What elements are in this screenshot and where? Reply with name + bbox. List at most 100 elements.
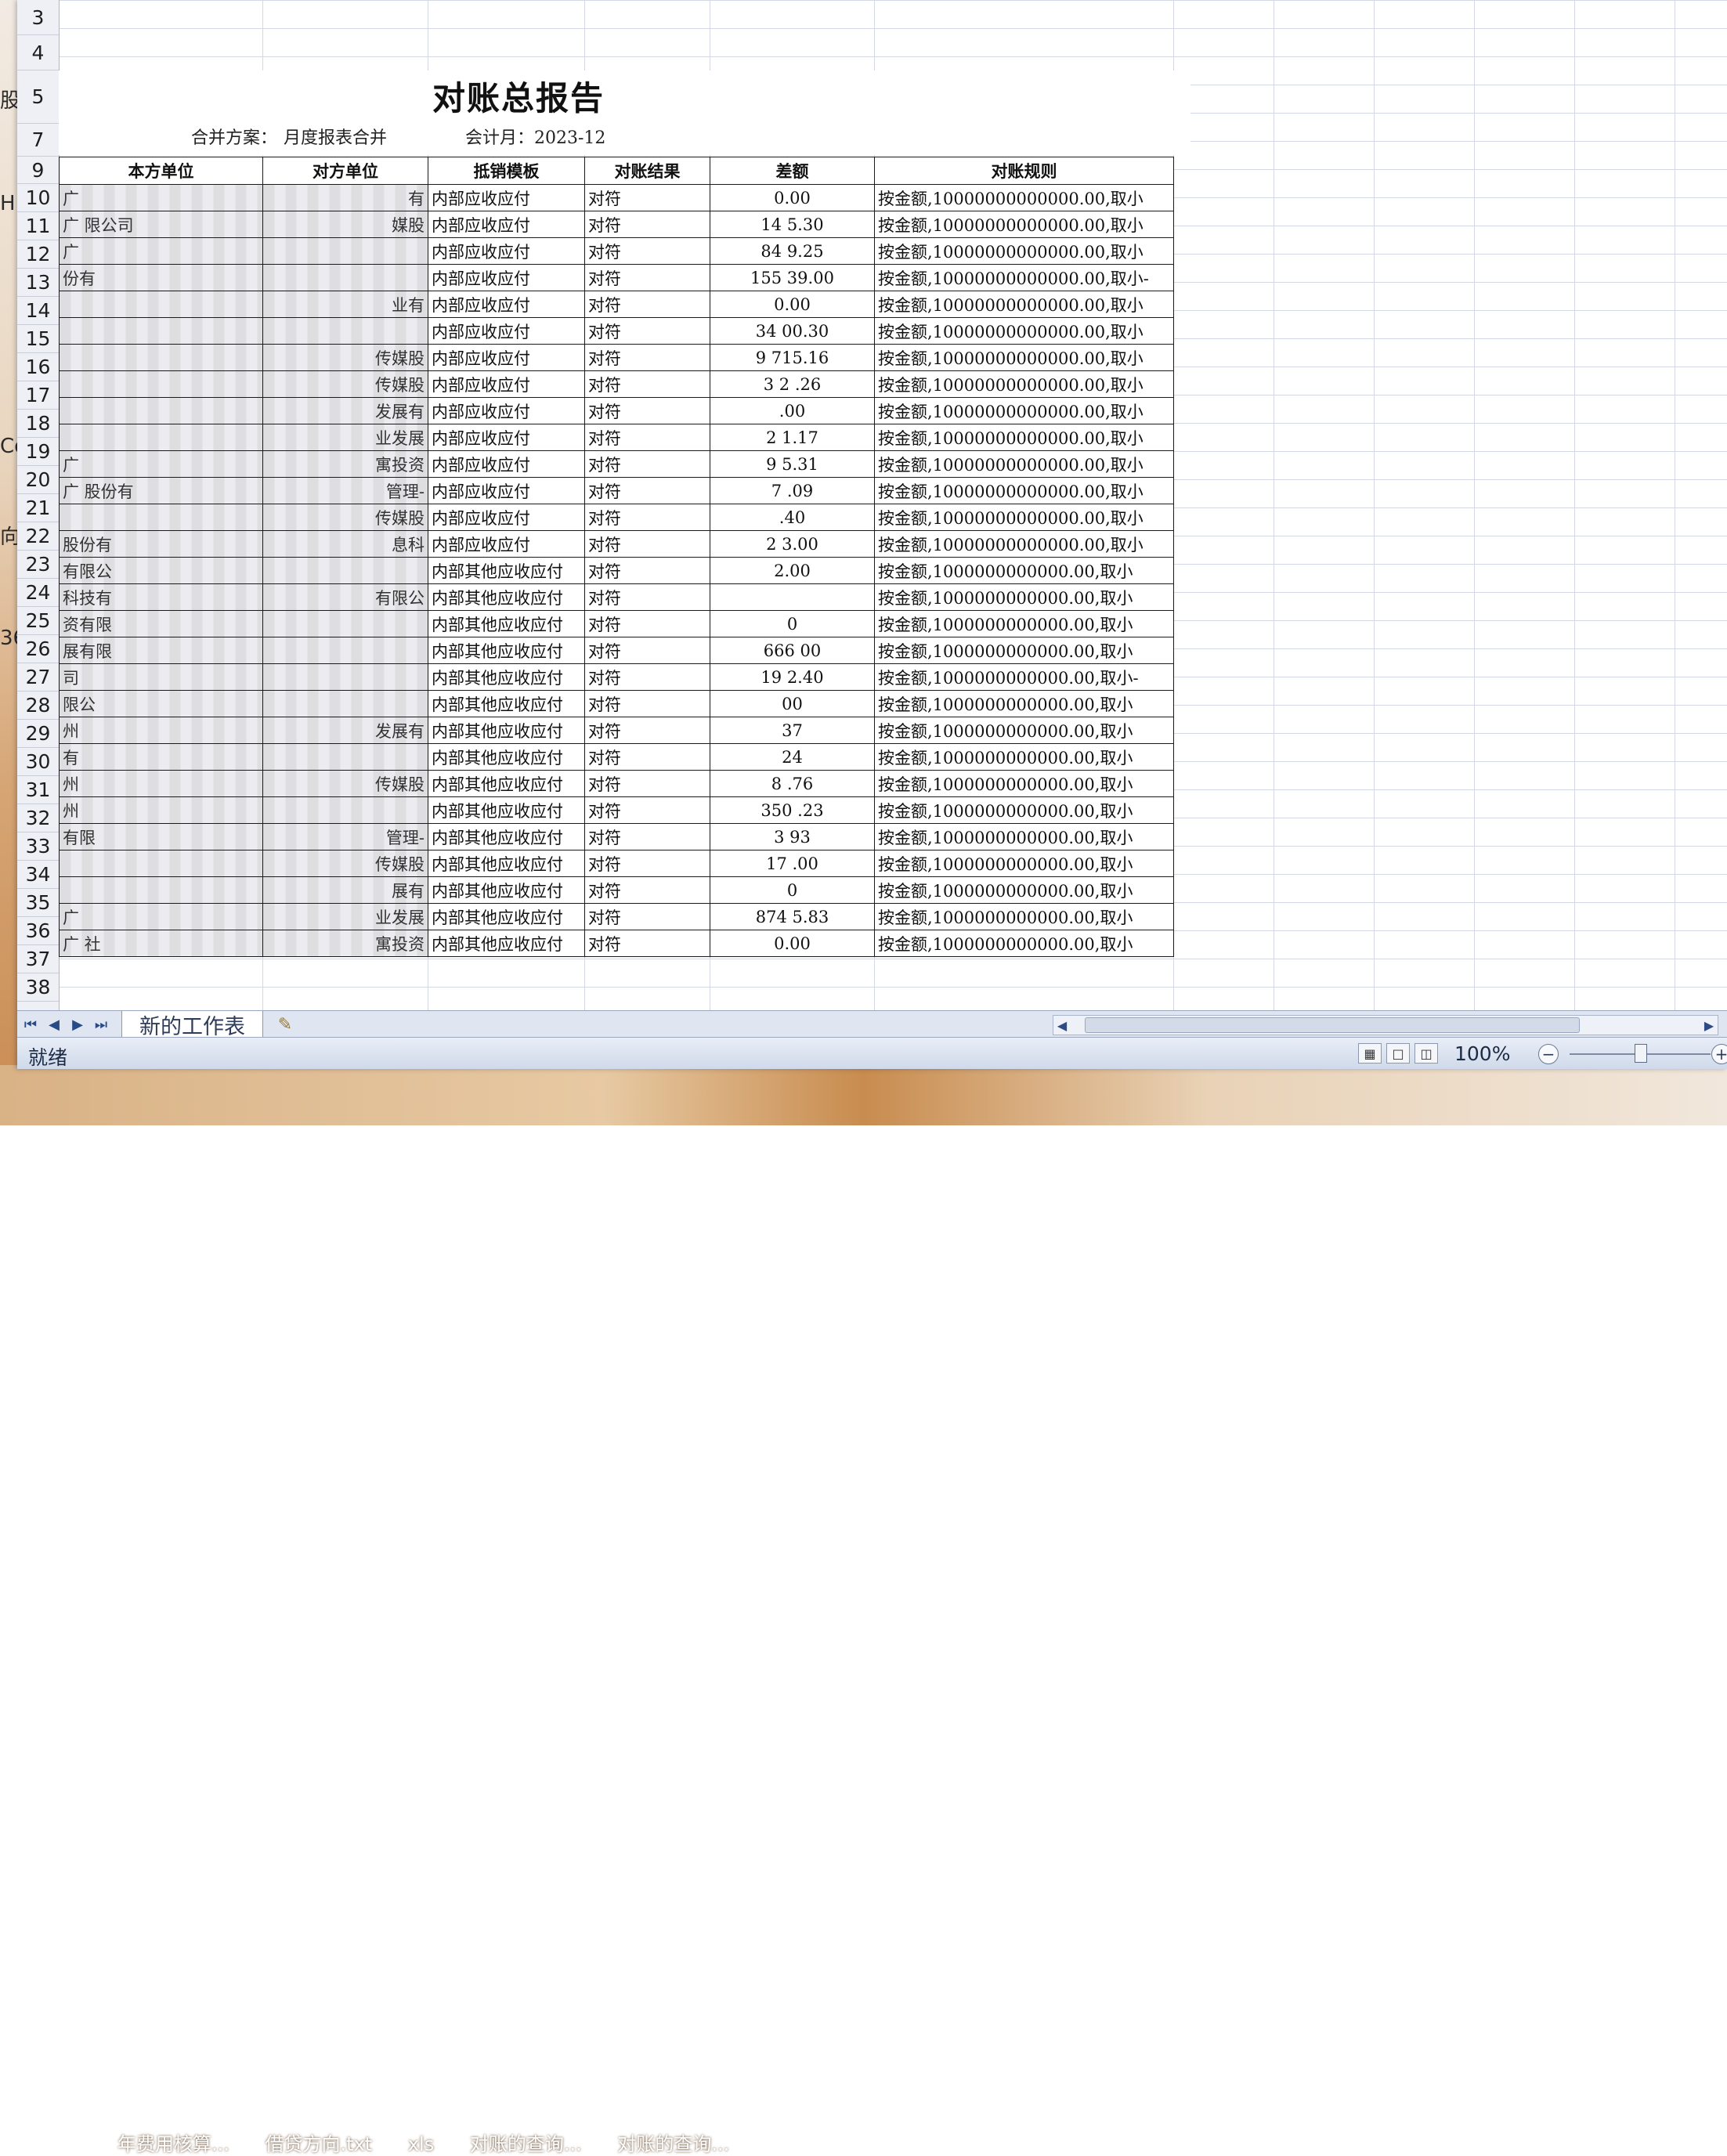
result-cell[interactable]: 对符 [584, 237, 710, 265]
template-cell[interactable]: 内部应收应付 [428, 317, 585, 345]
own-unit-cell[interactable]: 广 社 [59, 930, 263, 957]
result-cell[interactable]: 对符 [584, 903, 710, 930]
result-cell[interactable]: 对符 [584, 477, 710, 504]
row-header[interactable]: 17 [17, 381, 59, 410]
own-unit-cell[interactable]: 有限公 [59, 557, 263, 584]
counterparty-cell[interactable]: 展有 [262, 876, 428, 904]
result-cell[interactable]: 对符 [584, 690, 710, 717]
template-cell[interactable]: 内部应收应付 [428, 424, 585, 451]
difference-cell[interactable]: .40 [710, 504, 875, 531]
rule-cell[interactable]: 按金额,1000000000000.00,取小 [874, 557, 1174, 584]
rule-cell[interactable]: 按金额,1000000000000.00,取小 [874, 823, 1174, 850]
template-cell[interactable]: 内部其他应收应付 [428, 770, 585, 797]
counterparty-cell[interactable]: 传媒股 [262, 370, 428, 398]
result-cell[interactable]: 对符 [584, 610, 710, 637]
row-header[interactable]: 21 [17, 494, 59, 522]
result-cell[interactable]: 对符 [584, 344, 710, 371]
row-header[interactable]: 28 [17, 692, 59, 720]
result-cell[interactable]: 对符 [584, 211, 710, 238]
rule-cell[interactable]: 按金额,10000000000000.00,取小 [874, 477, 1174, 504]
scrollbar-thumb[interactable] [1085, 1017, 1580, 1033]
horizontal-scrollbar[interactable]: ◀ ▶ [1053, 1015, 1718, 1035]
page-break-view-icon[interactable]: ◫ [1414, 1043, 1438, 1064]
row-header[interactable]: 22 [17, 522, 59, 551]
row-header[interactable]: 27 [17, 663, 59, 692]
difference-cell[interactable]: 9 5.31 [710, 450, 875, 478]
own-unit-cell[interactable]: 广 [59, 184, 263, 211]
difference-cell[interactable]: 0 [710, 876, 875, 904]
row-header[interactable]: 24 [17, 579, 59, 607]
difference-cell[interactable]: 2 1.17 [710, 424, 875, 451]
col-header-template[interactable]: 抵销模板 [428, 157, 585, 185]
result-cell[interactable]: 对符 [584, 450, 710, 478]
desktop-file-label[interactable]: xls [408, 2133, 434, 2155]
counterparty-cell[interactable]: 管理- [262, 477, 428, 504]
result-cell[interactable]: 对符 [584, 823, 710, 850]
result-cell[interactable]: 对符 [584, 530, 710, 558]
counterparty-cell[interactable]: 业有 [262, 291, 428, 318]
template-cell[interactable]: 内部其他应收应付 [428, 930, 585, 957]
own-unit-cell[interactable] [59, 317, 263, 345]
result-cell[interactable]: 对符 [584, 557, 710, 584]
template-cell[interactable]: 内部应收应付 [428, 211, 585, 238]
template-cell[interactable]: 内部其他应收应付 [428, 610, 585, 637]
result-cell[interactable]: 对符 [584, 424, 710, 451]
row-header[interactable]: 4 [17, 35, 59, 70]
row-header[interactable]: 25 [17, 607, 59, 635]
result-cell[interactable]: 对符 [584, 317, 710, 345]
row-header[interactable]: 30 [17, 748, 59, 776]
row-header[interactable]: 35 [17, 889, 59, 917]
scroll-right-icon[interactable]: ▶ [1700, 1016, 1718, 1035]
counterparty-cell[interactable]: 传媒股 [262, 770, 428, 797]
template-cell[interactable]: 内部应收应付 [428, 264, 585, 291]
rule-cell[interactable]: 按金额,1000000000000.00,取小 [874, 717, 1174, 744]
zoom-out-button[interactable]: − [1538, 1044, 1559, 1064]
counterparty-cell[interactable]: 业发展 [262, 424, 428, 451]
template-cell[interactable]: 内部其他应收应付 [428, 637, 585, 664]
result-cell[interactable]: 对符 [584, 717, 710, 744]
col-header-result[interactable]: 对账结果 [584, 157, 710, 185]
row-header[interactable]: 33 [17, 832, 59, 861]
row-header[interactable]: 9 [17, 157, 59, 184]
difference-cell[interactable]: 2.00 [710, 557, 875, 584]
zoom-slider-thumb[interactable] [1635, 1044, 1647, 1063]
counterparty-cell[interactable] [262, 264, 428, 291]
counterparty-cell[interactable]: 传媒股 [262, 504, 428, 531]
counterparty-cell[interactable] [262, 317, 428, 345]
desktop-file-label[interactable]: 对账的查询... [470, 2133, 582, 2155]
own-unit-cell[interactable] [59, 504, 263, 531]
counterparty-cell[interactable]: 有 [262, 184, 428, 211]
difference-cell[interactable]: 00 [710, 690, 875, 717]
own-unit-cell[interactable]: 州 [59, 770, 263, 797]
counterparty-cell[interactable]: 管理- [262, 823, 428, 850]
difference-cell[interactable]: 24 [710, 743, 875, 771]
counterparty-cell[interactable]: 媒股 [262, 211, 428, 238]
template-cell[interactable]: 内部其他应收应付 [428, 850, 585, 877]
rule-cell[interactable]: 按金额,1000000000000.00,取小 [874, 930, 1174, 957]
own-unit-cell[interactable]: 州 [59, 717, 263, 744]
counterparty-cell[interactable]: 业发展 [262, 903, 428, 930]
rule-cell[interactable]: 按金额,10000000000000.00,取小 [874, 317, 1174, 345]
difference-cell[interactable]: 9 715.16 [710, 344, 875, 371]
difference-cell[interactable]: 0 [710, 610, 875, 637]
row-header[interactable]: 38 [17, 973, 59, 1002]
result-cell[interactable]: 对符 [584, 184, 710, 211]
own-unit-cell[interactable]: 广 [59, 903, 263, 930]
result-cell[interactable]: 对符 [584, 770, 710, 797]
template-cell[interactable]: 内部应收应付 [428, 184, 585, 211]
template-cell[interactable]: 内部其他应收应付 [428, 876, 585, 904]
counterparty-cell[interactable]: 寓投资 [262, 450, 428, 478]
counterparty-cell[interactable]: 有限公 [262, 583, 428, 611]
rule-cell[interactable]: 按金额,10000000000000.00,取小 [874, 237, 1174, 265]
row-header[interactable]: 15 [17, 325, 59, 353]
rule-cell[interactable]: 按金额,1000000000000.00,取小 [874, 610, 1174, 637]
last-sheet-button[interactable]: ⏭ [91, 1014, 111, 1035]
rule-cell[interactable]: 按金额,1000000000000.00,取小 [874, 850, 1174, 877]
counterparty-cell[interactable]: 寓投资 [262, 930, 428, 957]
difference-cell[interactable]: 350 .23 [710, 796, 875, 824]
counterparty-cell[interactable] [262, 690, 428, 717]
own-unit-cell[interactable] [59, 424, 263, 451]
own-unit-cell[interactable]: 资有限 [59, 610, 263, 637]
desktop-file-label[interactable]: 对账的查询... [617, 2133, 729, 2155]
rule-cell[interactable]: 按金额,1000000000000.00,取小 [874, 690, 1174, 717]
